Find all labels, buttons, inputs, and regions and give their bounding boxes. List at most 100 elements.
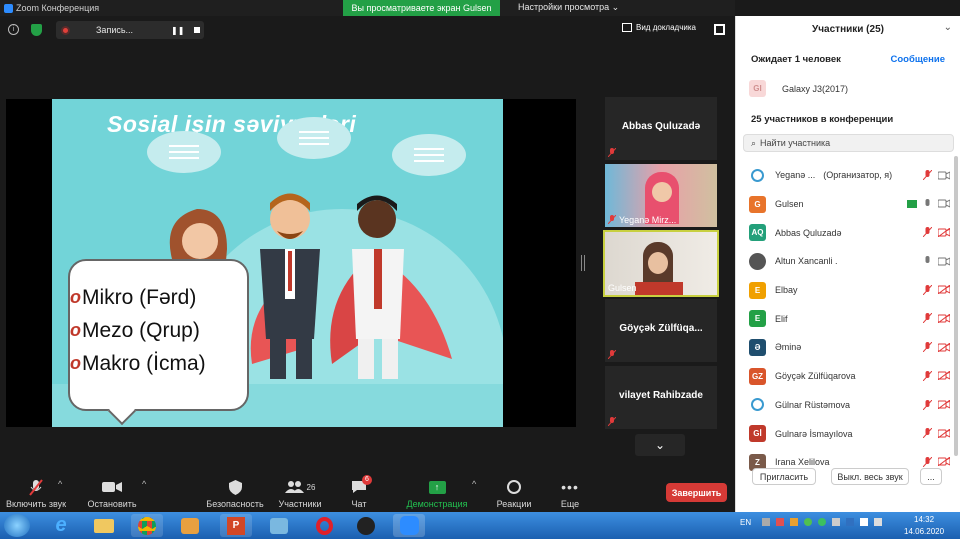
camera-off-icon[interactable] bbox=[938, 285, 950, 295]
shield-icon[interactable] bbox=[31, 24, 42, 36]
speaker-view-label: Вид докладчика bbox=[636, 23, 696, 32]
participant-row[interactable]: E Elif bbox=[736, 304, 956, 333]
participant-name: Gulnarə İsmayılova bbox=[775, 428, 853, 439]
feather-app-icon[interactable] bbox=[350, 514, 382, 537]
video-options-chevron[interactable]: ^ bbox=[142, 479, 146, 489]
panel-options-icon[interactable]: ⌄ bbox=[944, 22, 952, 33]
view-options-menu[interactable]: Настройки просмотра ⌄ bbox=[518, 2, 619, 13]
tile-name: Göyçək Zülfüqa... bbox=[619, 323, 703, 334]
speech-bubble-icon bbox=[392, 134, 466, 176]
bullet: o bbox=[70, 287, 81, 307]
camera-icon[interactable] bbox=[938, 257, 950, 266]
mic-icon[interactable] bbox=[923, 198, 932, 209]
language-indicator[interactable]: EN bbox=[740, 518, 751, 527]
powerpoint-icon[interactable]: P bbox=[220, 514, 252, 537]
participant-list-scrollbar[interactable] bbox=[954, 156, 958, 456]
share-screen-icon: ↑ bbox=[392, 478, 482, 496]
camera-off-icon[interactable] bbox=[938, 457, 950, 467]
scroll-tiles-down-button[interactable]: ⌄ bbox=[635, 434, 685, 456]
security-button[interactable]: Безопасность bbox=[206, 478, 264, 509]
waiting-participant[interactable]: GI Galaxy J3(2017) bbox=[749, 80, 848, 97]
clock-date[interactable]: 14.06.2020 bbox=[904, 527, 944, 536]
participant-name: Altun Xancanli . bbox=[775, 256, 838, 267]
security-label: Безопасность bbox=[206, 499, 264, 509]
participant-name: Elif bbox=[775, 313, 788, 324]
avatar: Ə bbox=[749, 338, 766, 356]
levels-callout: o Mikro (Fərd) o Mezo (Qrup) o Makro (İcma) bbox=[68, 259, 249, 426]
participants-button[interactable]: 26 Участники bbox=[276, 478, 324, 509]
video-tile-vilayet[interactable]: vilayet Rahibzade bbox=[605, 366, 717, 429]
speaker-view-button[interactable]: Вид докладчика bbox=[622, 23, 696, 32]
reactions-button[interactable]: Реакции bbox=[494, 478, 534, 509]
mic-muted-icon[interactable] bbox=[923, 399, 932, 410]
mic-muted-icon[interactable] bbox=[923, 170, 932, 180]
clock-time[interactable]: 14:32 bbox=[914, 515, 934, 524]
share-banner: Вы просматриваете экран Gulsen bbox=[343, 0, 500, 16]
avatar-photo bbox=[749, 252, 766, 270]
mic-muted-icon[interactable] bbox=[923, 456, 932, 467]
video-tile-gulsen[interactable]: Gulsen bbox=[603, 230, 719, 297]
camera-icon[interactable] bbox=[938, 199, 950, 208]
search-participants[interactable]: ⌕ Найти участника bbox=[743, 134, 954, 152]
stop-icon[interactable] bbox=[194, 27, 201, 33]
folder-icon[interactable] bbox=[88, 514, 120, 537]
zoom-taskbar-icon[interactable] bbox=[393, 514, 425, 537]
opera-icon[interactable] bbox=[308, 514, 340, 537]
tray-icons[interactable] bbox=[762, 518, 882, 526]
participant-row[interactable]: G Gulsen bbox=[736, 190, 956, 219]
bullet: o bbox=[70, 353, 81, 373]
grid-icon bbox=[622, 23, 632, 32]
camera-off-icon[interactable] bbox=[938, 313, 950, 323]
message-waiting-button[interactable]: Сообщение bbox=[891, 54, 946, 65]
mic-muted-icon[interactable] bbox=[923, 428, 932, 439]
participant-row[interactable]: Altun Xancanli . bbox=[736, 247, 956, 276]
end-meeting-button[interactable]: Завершить bbox=[666, 483, 727, 502]
paint-icon[interactable] bbox=[263, 514, 295, 537]
participant-row[interactable]: Gülnar Rüstəmova bbox=[736, 391, 956, 420]
participant-row[interactable]: GZ Göyçək Zülfüqarova bbox=[736, 362, 956, 391]
mic-icon[interactable] bbox=[923, 256, 932, 266]
audio-options-chevron[interactable]: ^ bbox=[58, 479, 62, 489]
mic-muted-icon[interactable] bbox=[923, 342, 932, 353]
participant-status-icons bbox=[923, 342, 950, 353]
participant-status-icons bbox=[923, 284, 950, 295]
camera-off-icon[interactable] bbox=[938, 428, 950, 438]
mic-muted-icon[interactable] bbox=[923, 227, 932, 238]
smile-icon bbox=[494, 478, 534, 496]
camera-off-icon[interactable] bbox=[938, 371, 950, 381]
camera-off-icon[interactable] bbox=[938, 400, 950, 409]
camera-off-icon[interactable] bbox=[938, 227, 950, 237]
participant-status-icons bbox=[923, 313, 950, 324]
participant-status-icons bbox=[923, 428, 950, 439]
panel-more-button[interactable]: ... bbox=[920, 468, 942, 485]
pause-icon[interactable]: ❚❚ bbox=[171, 26, 184, 35]
resize-handle[interactable] bbox=[581, 255, 585, 271]
search-input[interactable]: Найти участника bbox=[760, 138, 830, 148]
camera-icon[interactable] bbox=[938, 170, 950, 180]
participant-row[interactable]: Ə Əminə bbox=[736, 333, 956, 362]
mic-muted-icon[interactable] bbox=[923, 370, 932, 381]
participant-row[interactable]: Gİ Gulnarə İsmayılova bbox=[736, 419, 956, 448]
participant-row[interactable]: Yeganə ... (Организатор, я) bbox=[736, 161, 956, 190]
video-tile-abbas[interactable]: Abbas Quluzadə bbox=[605, 97, 717, 160]
info-icon[interactable]: i bbox=[8, 24, 19, 35]
ie-icon[interactable]: e bbox=[45, 514, 77, 537]
mic-muted-icon[interactable] bbox=[923, 284, 932, 295]
participant-name: Gulsen bbox=[775, 199, 804, 210]
fullscreen-icon[interactable] bbox=[714, 24, 725, 35]
mic-muted-icon[interactable] bbox=[923, 313, 932, 324]
participant-row[interactable]: AQ Abbas Quluzadə bbox=[736, 218, 956, 247]
more-button[interactable]: ••• Еще bbox=[556, 478, 584, 509]
participant-row[interactable]: E Elbay bbox=[736, 276, 956, 305]
app-title: Zoom Конференция bbox=[0, 3, 99, 13]
start-button[interactable] bbox=[4, 514, 30, 537]
share-options-chevron[interactable]: ^ bbox=[472, 479, 476, 489]
video-tile-goycek[interactable]: Göyçək Zülfüqa... bbox=[605, 299, 717, 362]
media-player-icon[interactable] bbox=[174, 514, 206, 537]
avatar: E bbox=[749, 310, 766, 328]
camera-off-icon[interactable] bbox=[938, 342, 950, 352]
invite-button[interactable]: Пригласить bbox=[752, 468, 816, 485]
video-tile-yegane[interactable]: Yeganə Mirz... bbox=[605, 164, 717, 227]
mute-all-button[interactable]: Выкл. весь звук bbox=[831, 468, 909, 485]
chrome-icon[interactable] bbox=[131, 514, 163, 537]
